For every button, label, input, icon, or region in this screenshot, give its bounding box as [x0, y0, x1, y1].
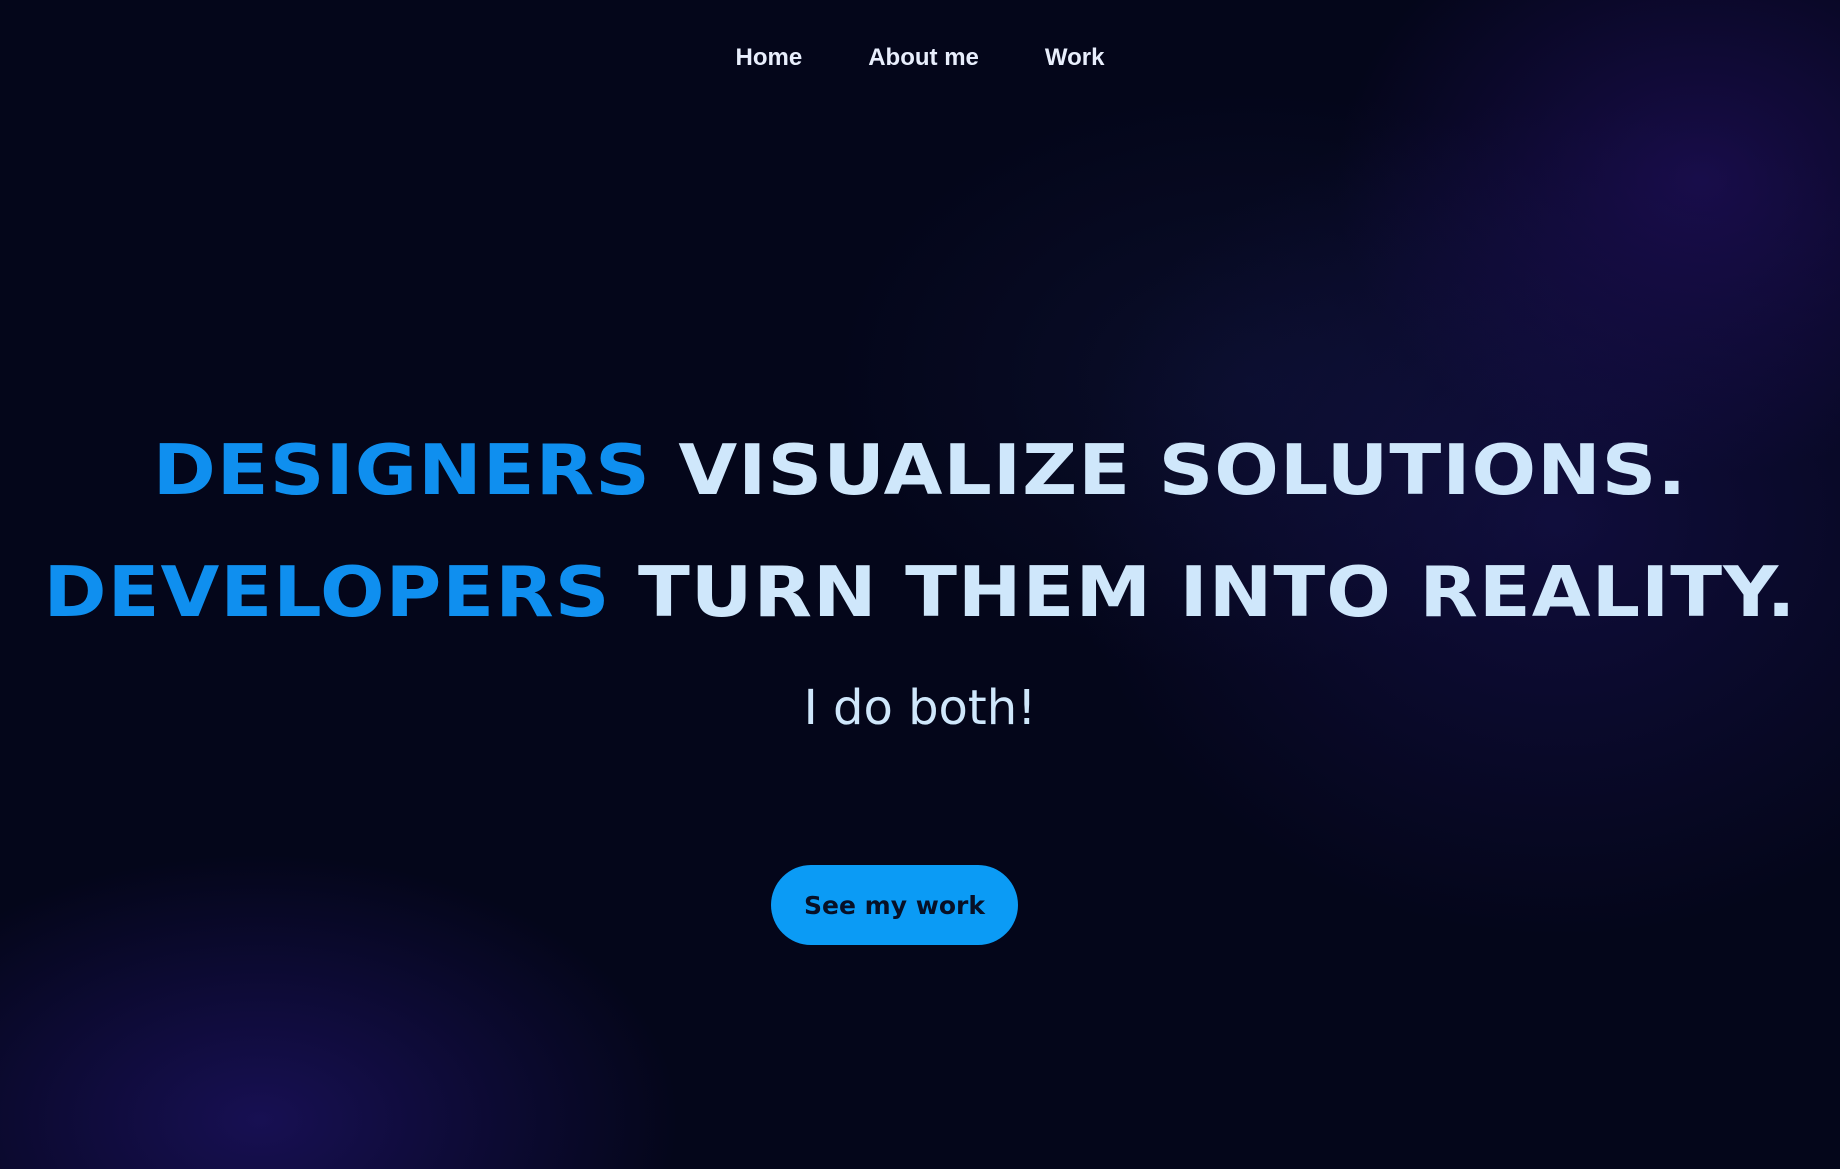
see-my-work-button[interactable]: See my work [771, 865, 1018, 945]
headline-accent-developers: DEVELOPERS [43, 550, 611, 633]
nav-work-link[interactable]: Work [1012, 40, 1138, 76]
headline-accent-designers: DESIGNERS [152, 428, 651, 511]
headline-rest-1: VISUALIZE SOLUTIONS. [678, 428, 1688, 511]
headline-line-2: DEVELOPERS TURN THEM INTO REALITY. [0, 551, 1840, 634]
headline-line-1: DESIGNERS VISUALIZE SOLUTIONS. [0, 429, 1840, 512]
main-nav: Home About me Work [0, 40, 1840, 76]
headline-rest-2: TURN THEM INTO REALITY. [637, 550, 1797, 633]
hero-subtitle: I do both! [803, 680, 1037, 736]
nav-about-link[interactable]: About me [835, 40, 1012, 76]
nav-home-link[interactable]: Home [703, 40, 836, 76]
